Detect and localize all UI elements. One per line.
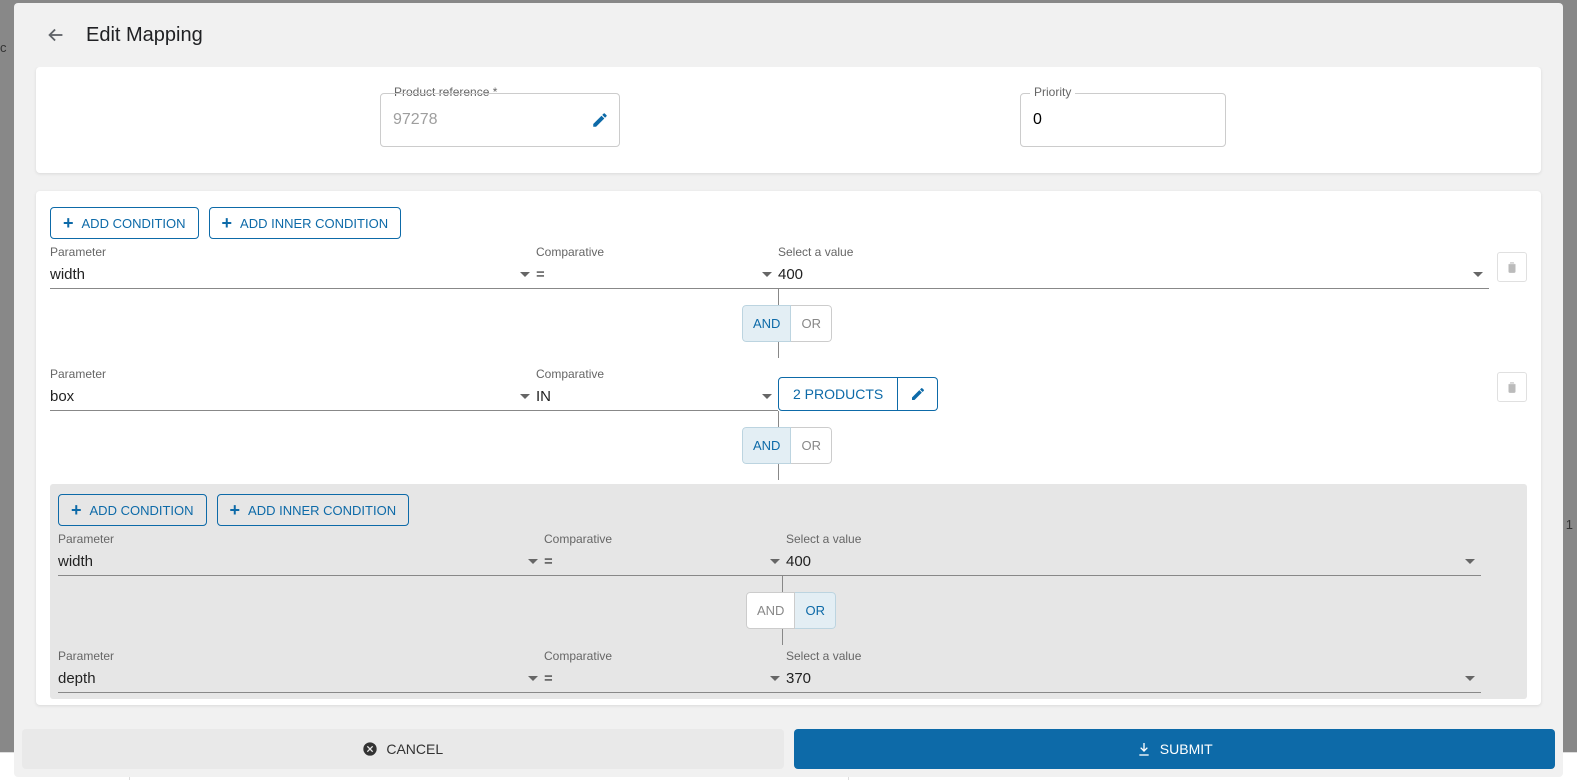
products-chip[interactable]: 2 PRODUCTS: [778, 377, 898, 411]
logic-toggle[interactable]: AND OR: [742, 305, 832, 342]
download-icon: [1136, 741, 1152, 757]
submit-button[interactable]: SUBMIT: [794, 729, 1556, 769]
condition-row: Parameter width Comparative = Select a v…: [50, 245, 1527, 289]
add-inner-condition-label: ADD INNER CONDITION: [248, 503, 396, 518]
edit-mapping-dialog: Edit Mapping Product reference * 97278 P…: [14, 3, 1563, 777]
priority-input-wrap[interactable]: [1020, 93, 1226, 147]
parameter-label: Parameter: [58, 649, 544, 663]
parameter-select[interactable]: width: [50, 261, 536, 289]
value-select[interactable]: 400: [786, 548, 1481, 576]
comparative-label: Comparative: [536, 245, 778, 259]
value-label: Select a value: [786, 532, 1481, 546]
add-condition-label: ADD CONDITION: [90, 503, 194, 518]
cancel-label: CANCEL: [386, 741, 443, 757]
chevron-down-icon: [770, 676, 780, 681]
value-label: Select a value: [778, 245, 1489, 259]
comparative-value: =: [544, 553, 553, 570]
product-reference-field: Product reference * 97278: [380, 93, 620, 147]
back-arrow-icon[interactable]: [44, 23, 68, 47]
value-select[interactable]: 400: [778, 261, 1489, 289]
chevron-down-icon: [528, 559, 538, 564]
chevron-down-icon: [1465, 676, 1475, 681]
value-text: 400: [778, 266, 803, 283]
or-toggle[interactable]: OR: [795, 592, 836, 629]
parameter-select[interactable]: depth: [58, 665, 544, 693]
chevron-down-icon: [1465, 559, 1475, 564]
condition-row: Parameter width Comparative =: [58, 532, 1519, 576]
add-inner-condition-button[interactable]: + ADD INNER CONDITION: [209, 207, 402, 239]
comparative-select[interactable]: =: [536, 261, 778, 289]
pencil-icon[interactable]: [591, 111, 609, 129]
delete-condition-button[interactable]: [1497, 252, 1527, 282]
submit-label: SUBMIT: [1160, 741, 1213, 757]
chevron-down-icon: [770, 559, 780, 564]
comparative-value: =: [536, 266, 545, 283]
close-circle-icon: [362, 741, 378, 757]
parameter-value: depth: [58, 670, 96, 687]
add-inner-condition-button[interactable]: + ADD INNER CONDITION: [217, 494, 410, 526]
cancel-button[interactable]: CANCEL: [22, 729, 784, 769]
comparative-value: =: [544, 670, 553, 687]
dialog-title: Edit Mapping: [86, 24, 203, 47]
or-toggle[interactable]: OR: [791, 427, 832, 464]
connector: AND OR: [782, 576, 1519, 645]
logic-toggle[interactable]: AND OR: [746, 592, 836, 629]
value-select[interactable]: 370: [786, 665, 1481, 693]
product-reference-value: 97278: [393, 111, 438, 129]
dialog-footer: CANCEL SUBMIT: [14, 717, 1563, 777]
comparative-label: Comparative: [536, 367, 778, 381]
delete-condition-button[interactable]: [1497, 372, 1527, 402]
chevron-down-icon: [762, 394, 772, 399]
parameter-label: Parameter: [58, 532, 544, 546]
add-condition-label: ADD CONDITION: [82, 216, 186, 231]
add-condition-button[interactable]: + ADD CONDITION: [50, 207, 199, 239]
connector: AND OR: [778, 411, 1527, 480]
logic-toggle[interactable]: AND OR: [742, 427, 832, 464]
chevron-down-icon: [520, 394, 530, 399]
comparative-label: Comparative: [544, 532, 786, 546]
parameter-value: box: [50, 388, 74, 405]
comparative-select[interactable]: =: [544, 665, 786, 693]
add-inner-condition-label: ADD INNER CONDITION: [240, 216, 388, 231]
inner-condition-block: + ADD CONDITION + ADD INNER CONDITION Pa…: [50, 484, 1527, 699]
priority-input[interactable]: [1033, 111, 1213, 129]
and-toggle[interactable]: AND: [742, 305, 791, 342]
value-text: 370: [786, 670, 811, 687]
edit-products-button[interactable]: [898, 377, 938, 411]
priority-label: Priority: [1030, 85, 1075, 99]
chevron-down-icon: [762, 272, 772, 277]
chevron-down-icon: [1473, 272, 1483, 277]
condition-row: Parameter box Comparative IN: [50, 362, 1527, 411]
or-toggle[interactable]: OR: [791, 305, 832, 342]
connector: AND OR: [778, 289, 1527, 358]
parameter-value: width: [50, 266, 85, 283]
parameter-select[interactable]: width: [58, 548, 544, 576]
comparative-value: IN: [536, 388, 551, 405]
bg-fragment-left: c: [0, 40, 7, 55]
dialog-header: Edit Mapping: [14, 3, 1563, 67]
comparative-label: Comparative: [544, 649, 786, 663]
condition-row: Parameter depth Comparative =: [58, 649, 1519, 693]
conditions-card: + ADD CONDITION + ADD INNER CONDITION Pa…: [36, 191, 1541, 705]
and-toggle[interactable]: AND: [746, 592, 795, 629]
parameter-value: width: [58, 553, 93, 570]
chevron-down-icon: [528, 676, 538, 681]
and-toggle[interactable]: AND: [742, 427, 791, 464]
comparative-select[interactable]: IN: [536, 383, 778, 411]
priority-field: Priority: [1020, 93, 1226, 147]
comparative-select[interactable]: =: [544, 548, 786, 576]
value-label: Select a value: [786, 649, 1481, 663]
add-condition-button[interactable]: + ADD CONDITION: [58, 494, 207, 526]
top-card: Product reference * 97278 Priority: [36, 67, 1541, 173]
parameter-select[interactable]: box: [50, 383, 536, 411]
value-text: 400: [786, 553, 811, 570]
parameter-label: Parameter: [50, 367, 536, 381]
product-reference-input[interactable]: 97278: [380, 93, 620, 147]
chevron-down-icon: [520, 272, 530, 277]
parameter-label: Parameter: [50, 245, 536, 259]
